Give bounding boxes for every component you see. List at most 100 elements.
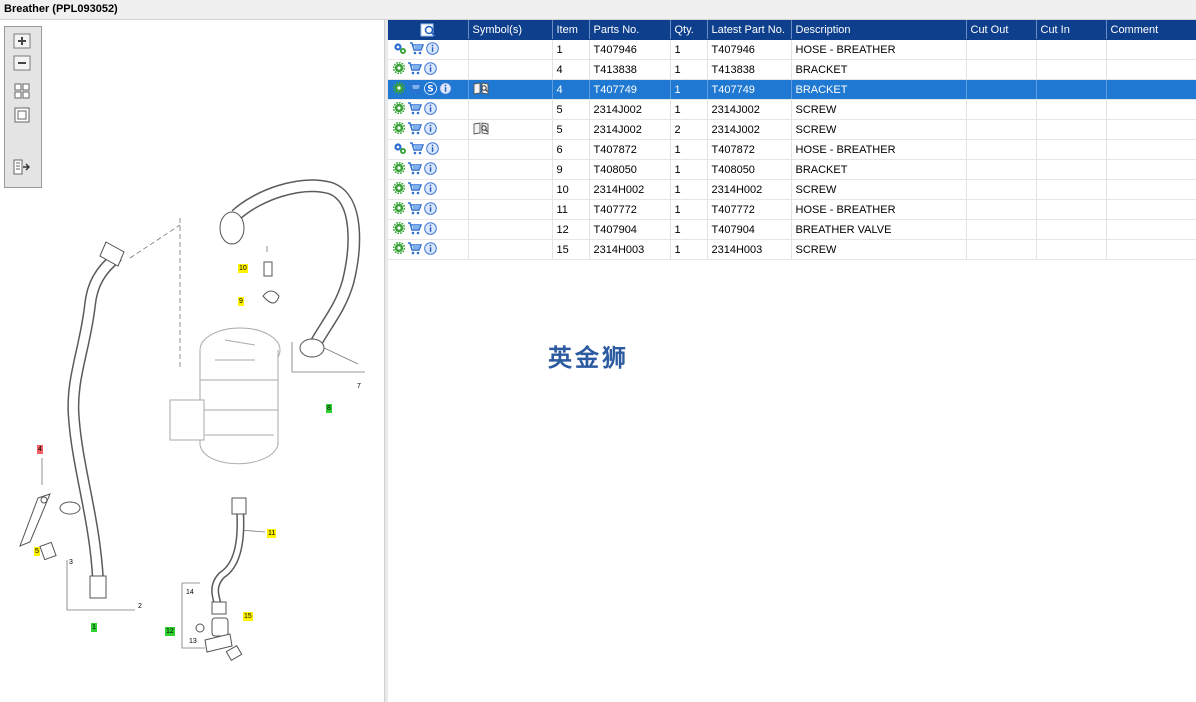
qty-cell: 1 <box>670 199 708 220</box>
gear-icon[interactable] <box>392 201 406 217</box>
callout-label[interactable]: 9 <box>238 297 244 306</box>
book-icon[interactable] <box>473 81 489 98</box>
callout-label[interactable]: 7 <box>356 382 362 391</box>
latest-part-no-cell: T408050 <box>707 159 792 180</box>
table-row[interactable]: 5 2314J002 2 2314J002 SCREW <box>388 119 1196 140</box>
column-header-symbols[interactable]: Symbol(s) <box>468 20 553 40</box>
callout-label[interactable]: 3 <box>68 558 74 567</box>
info-icon[interactable] <box>439 81 452 98</box>
cart-icon[interactable] <box>407 161 423 178</box>
info-icon[interactable] <box>424 181 437 198</box>
column-header-qty[interactable]: Qty. <box>670 20 708 40</box>
hose-small <box>211 497 247 615</box>
latest-part-no-cell: T407772 <box>707 199 792 220</box>
table-row[interactable]: 5 2314J002 1 2314J002 SCREW <box>388 99 1196 120</box>
cart-icon[interactable] <box>407 61 423 78</box>
callout-label[interactable]: 14 <box>185 588 195 597</box>
gear-icon[interactable] <box>392 181 406 197</box>
gear-icon[interactable] <box>392 121 406 137</box>
info-icon[interactable] <box>426 141 439 158</box>
info-icon[interactable] <box>424 121 437 138</box>
callout-label[interactable]: 15 <box>243 612 253 621</box>
column-header-comment[interactable]: Comment <box>1106 20 1196 40</box>
latest-part-no-cell: T407749 <box>707 79 792 100</box>
zoom-in-button[interactable] <box>13 33 31 49</box>
column-header-latest-part-no[interactable]: Latest Part No. <box>707 20 792 40</box>
gear-icon[interactable] <box>392 161 406 177</box>
leader-line <box>319 345 359 365</box>
callout-label[interactable]: 10 <box>238 264 248 273</box>
actual-size-icon <box>14 107 30 123</box>
info-icon[interactable] <box>424 161 437 178</box>
column-header-description[interactable]: Description <box>791 20 967 40</box>
table-row[interactable]: 6 T407872 1 T407872 HOSE - BREATHER <box>388 139 1196 160</box>
gears-icon[interactable] <box>393 142 407 158</box>
callout-label[interactable]: 11 <box>267 529 277 538</box>
callout-label[interactable]: 12 <box>165 627 175 636</box>
gears-icon[interactable] <box>393 42 407 58</box>
description-cell: SCREW <box>791 179 967 200</box>
info-icon[interactable] <box>424 101 437 118</box>
column-header-icons[interactable] <box>388 20 469 40</box>
fit-all-button[interactable] <box>13 83 31 99</box>
cart-icon[interactable] <box>407 81 423 98</box>
info-icon[interactable] <box>424 61 437 78</box>
callout-label[interactable]: 13 <box>188 637 198 646</box>
latest-part-no-cell: T407872 <box>707 139 792 160</box>
info-icon[interactable] <box>424 241 437 258</box>
parts-grid: Symbol(s) Item Parts No. Qty. Latest Par… <box>388 20 1196 260</box>
info-icon[interactable] <box>424 221 437 238</box>
cart-icon[interactable] <box>407 101 423 118</box>
cart-icon[interactable] <box>409 141 425 158</box>
item-cell: 9 <box>552 159 590 180</box>
description-cell: HOSE - BREATHER <box>791 39 967 60</box>
latest-part-no-cell: T407946 <box>707 39 792 60</box>
gear-icon[interactable] <box>392 241 406 257</box>
diagram-pane[interactable]: 10 9 7 8 4 5 3 2 1 11 14 15 12 13 <box>0 20 384 702</box>
callout-label[interactable]: 5 <box>34 547 40 556</box>
cart-icon[interactable] <box>407 181 423 198</box>
table-row[interactable]: 9 T408050 1 T408050 BRACKET <box>388 159 1196 180</box>
actual-size-button[interactable] <box>13 107 31 123</box>
cut-out-cell <box>966 219 1037 240</box>
comment-cell <box>1106 199 1196 220</box>
description-cell: SCREW <box>791 119 967 140</box>
table-row[interactable]: 15 2314H003 1 2314H003 SCREW <box>388 239 1196 260</box>
gear-icon[interactable] <box>392 61 406 77</box>
info-icon[interactable] <box>424 201 437 218</box>
gear-icon[interactable] <box>392 101 406 117</box>
column-header-cut-out[interactable]: Cut Out <box>966 20 1037 40</box>
export-list-button[interactable] <box>13 159 31 175</box>
table-row[interactable]: 10 2314H002 1 2314H002 SCREW <box>388 179 1196 200</box>
cart-icon[interactable] <box>409 41 425 58</box>
callout-label[interactable]: 8 <box>326 404 332 413</box>
table-row[interactable]: 4 T413838 1 T413838 BRACKET <box>388 59 1196 80</box>
gear-icon[interactable] <box>392 81 406 97</box>
gear-icon[interactable] <box>392 221 406 237</box>
cart-icon[interactable] <box>407 201 423 218</box>
column-header-cut-in[interactable]: Cut In <box>1036 20 1107 40</box>
cart-icon[interactable] <box>407 221 423 238</box>
comment-cell <box>1106 239 1196 260</box>
table-row[interactable]: 11 T407772 1 T407772 HOSE - BREATHER <box>388 199 1196 220</box>
table-row[interactable]: S 4 T407749 1 T407749 BRACKET <box>388 79 1196 100</box>
callout-label[interactable]: 2 <box>137 602 143 611</box>
search-list-icon <box>420 23 436 37</box>
table-row[interactable]: 1 T407946 1 T407946 HOSE - BREATHER <box>388 39 1196 60</box>
column-header-parts-no[interactable]: Parts No. <box>589 20 671 40</box>
item-cell: 12 <box>552 219 590 240</box>
latest-part-no-cell: T413838 <box>707 59 792 80</box>
table-row[interactable]: 12 T407904 1 T407904 BREATHER VALVE <box>388 219 1196 240</box>
cart-icon[interactable] <box>407 121 423 138</box>
cut-in-cell <box>1036 239 1107 260</box>
callout-label[interactable]: 1 <box>91 623 97 632</box>
description-cell: SCREW <box>791 239 967 260</box>
book-icon[interactable] <box>473 121 489 138</box>
s-badge-icon[interactable]: S <box>424 81 437 98</box>
info-icon[interactable] <box>426 41 439 58</box>
callout-label[interactable]: 4 <box>37 445 43 454</box>
qty-cell: 1 <box>670 159 708 180</box>
zoom-out-button[interactable] <box>13 55 31 71</box>
cart-icon[interactable] <box>407 241 423 258</box>
column-header-item[interactable]: Item <box>552 20 590 40</box>
